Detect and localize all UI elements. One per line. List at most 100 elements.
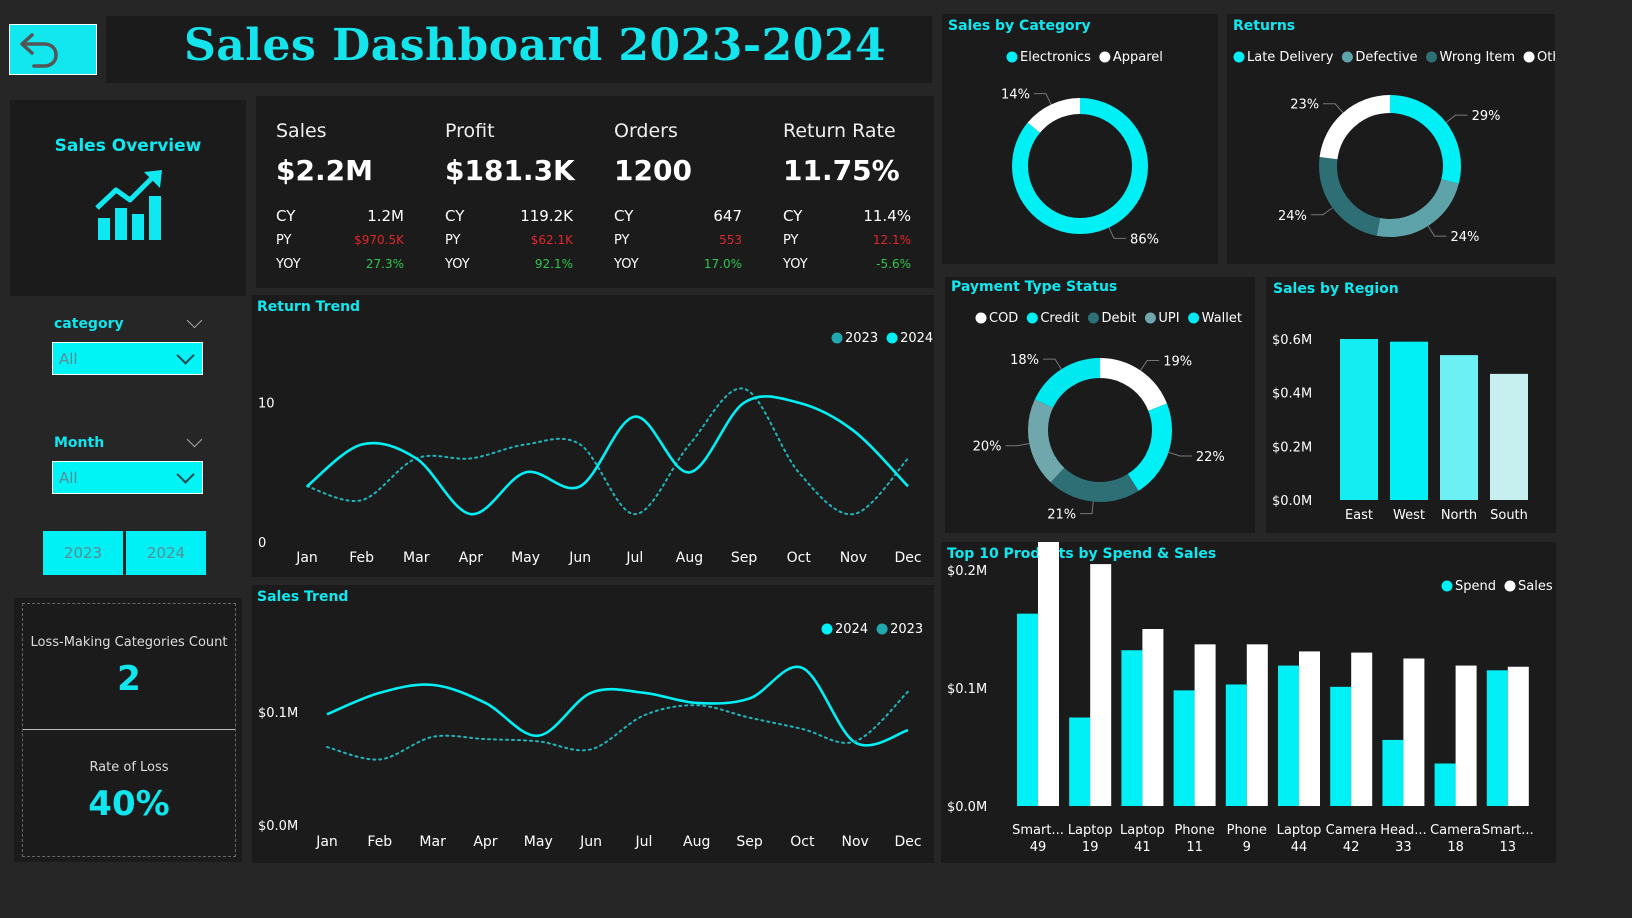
legend-dot <box>1441 580 1453 592</box>
kpi-orders: Orders 1200 CY 647 PY 553 YOY 17.0% <box>594 96 763 288</box>
kpi-yoy-row: YOY -5.6% <box>783 257 911 272</box>
slice-label: 14% <box>1001 88 1030 103</box>
year-2024-button[interactable]: 2024 <box>126 531 206 575</box>
x-tick-label: South <box>1490 508 1528 523</box>
sales-by-region-chart: $0.0M $0.2M $0.4M $0.6M East West North South <box>1272 333 1528 523</box>
sales-overview-card: Sales Overview <box>10 100 246 296</box>
y-tick-label: 10 <box>258 397 275 412</box>
legend-dot <box>876 623 888 635</box>
legend-label-returns: Wrong Item <box>1440 50 1516 65</box>
payment-type-chart: 19% 22% 21% 20% 18% COD Credit Debit UPI Wallet <box>973 311 1242 523</box>
x-tick-label: Laptop <box>1277 823 1322 838</box>
legend-label-return_trend: 2024 <box>900 331 933 346</box>
py-value: $970.5K <box>354 233 404 247</box>
category-dropdown[interactable]: All <box>52 342 203 375</box>
bar-spend <box>1486 670 1508 806</box>
x-tick-label: Nov <box>842 834 869 850</box>
leader-line <box>1042 358 1062 370</box>
kpi-value: 1200 <box>614 154 692 187</box>
y-tick-label: $0.1M <box>258 706 298 721</box>
x-tick-label: Phone <box>1174 823 1214 838</box>
month-dropdown[interactable]: All <box>52 461 203 494</box>
x-tick-label: Mar <box>403 550 430 566</box>
slice-label: 20% <box>973 440 1002 455</box>
x-tick-label: 42 <box>1343 840 1360 855</box>
kpi-cy-row: CY 11.4% <box>783 207 911 225</box>
y-tick-label: $0.6M <box>1272 333 1312 348</box>
x-tick-label: 19 <box>1082 840 1099 855</box>
y-tick-label: $0.0M <box>1272 494 1312 509</box>
sales-by-category-chart: 86% 14% Electronics Apparel <box>1001 50 1163 247</box>
month-chevron-icon[interactable] <box>186 431 203 448</box>
bar-sales <box>1090 564 1112 806</box>
loss-card: Loss-Making Categories Count 2 Rate of L… <box>14 598 242 862</box>
x-tick-label: Jan <box>295 550 318 566</box>
legend-dot <box>1006 51 1018 63</box>
x-tick-label: Head... <box>1380 823 1426 838</box>
cy-value: 1.2M <box>367 207 404 225</box>
yoy-label: YOY <box>276 257 301 272</box>
py-value: $62.1K <box>530 233 573 247</box>
kpi-yoy-row: YOY 17.0% <box>614 257 742 272</box>
yoy-label: YOY <box>783 257 808 272</box>
legend-label-sales_trend: 2024 <box>835 622 868 637</box>
x-tick-label: Nov <box>840 550 867 566</box>
payment-type-panel: Payment Type Status 19% 22% 21% 20% 18% COD Cr… <box>945 277 1255 533</box>
bar-spend <box>1173 690 1195 806</box>
x-tick-label: Jun <box>579 834 602 850</box>
x-tick-label: East <box>1345 508 1373 523</box>
loss-count-value: 2 <box>117 659 141 699</box>
bar-spend <box>1330 686 1352 806</box>
legend-label-payment_type: Debit <box>1101 311 1136 326</box>
py-label: PY <box>445 233 461 248</box>
x-tick-label: Laptop <box>1068 823 1113 838</box>
month-filter-label: Month <box>54 435 105 451</box>
x-tick-label: 41 <box>1134 840 1151 855</box>
y-tick-label: $0.0M <box>947 800 987 815</box>
legend-dot <box>975 312 987 324</box>
top-products-chart: $0.0M $0.1M $0.2M Smart... 49 Laptop 19 Laptop 4… <box>947 542 1553 855</box>
category-chevron-icon[interactable] <box>186 312 203 329</box>
kpi-name: Profit <box>445 120 495 142</box>
legend-dot <box>1426 51 1438 63</box>
slice-label: 19% <box>1163 355 1192 370</box>
year-2023-button[interactable]: 2023 <box>43 531 123 575</box>
back-button[interactable] <box>9 24 97 75</box>
kpi-value: $181.3K <box>445 154 575 187</box>
legend-label-payment_type: COD <box>989 311 1018 326</box>
x-tick-label: Oct <box>787 550 812 566</box>
y-tick-label: $0.4M <box>1272 387 1312 402</box>
sales-overview-label: Sales Overview <box>54 136 202 156</box>
bar-east <box>1340 339 1378 500</box>
x-tick-label: Jan <box>315 834 338 850</box>
leader-line <box>1427 225 1447 237</box>
top-products-panel: Top 10 Products by Spend & Sales $0.0M $0… <box>941 542 1556 863</box>
x-tick-label: Smart... <box>1482 823 1534 838</box>
bar-spend <box>1382 739 1404 806</box>
x-tick-label: Phone <box>1227 823 1267 838</box>
leader-line <box>1080 501 1094 515</box>
cy-label: CY <box>614 207 634 225</box>
yoy-value: 27.3% <box>365 257 404 271</box>
bar-north <box>1440 355 1478 500</box>
leader-line <box>1445 114 1468 123</box>
legend-dot <box>1099 51 1111 63</box>
x-tick-label: Sep <box>736 834 763 850</box>
x-tick-label: May <box>524 834 553 850</box>
x-tick-label: Dec <box>894 834 921 850</box>
kpi-cy-row: CY 1.2M <box>276 207 404 225</box>
leader-line <box>1323 103 1344 114</box>
bar-south <box>1490 373 1528 500</box>
legend-dot <box>821 623 833 635</box>
returns-chart: 29% 24% 24% 23% Late Delivery Defective Wrong … <box>1233 50 1555 245</box>
cy-label: CY <box>783 207 803 225</box>
x-tick-label: 33 <box>1395 840 1412 855</box>
slice-label: 18% <box>1010 353 1039 368</box>
bar-sales <box>1299 651 1320 806</box>
legend-dot <box>1233 51 1245 63</box>
legend-label-returns: Late Delivery <box>1247 50 1334 65</box>
x-tick-label: Jun <box>568 550 591 566</box>
x-tick-label: 11 <box>1186 840 1203 855</box>
bar-spend <box>1121 650 1143 806</box>
x-tick-label: Sep <box>731 550 758 566</box>
